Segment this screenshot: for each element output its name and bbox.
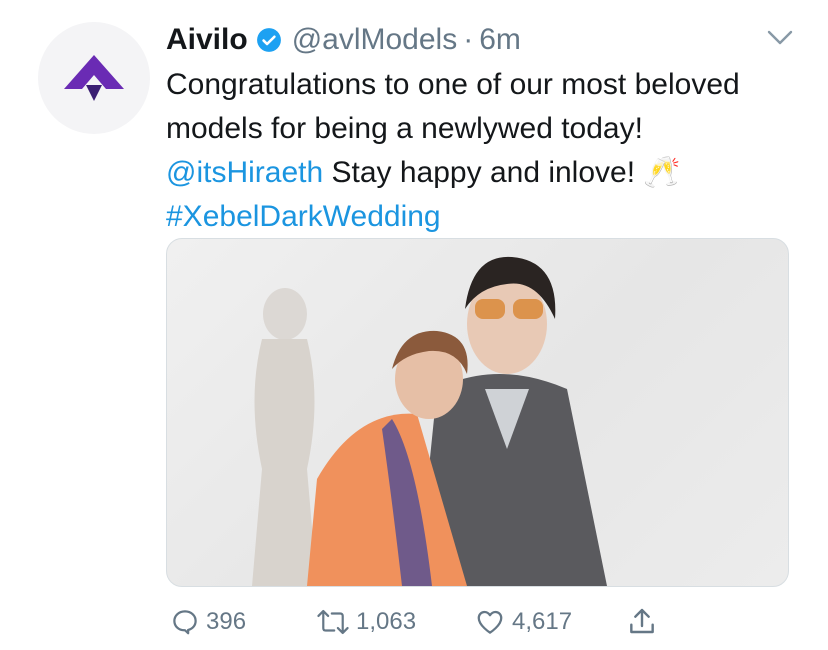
reply-icon: [173, 610, 197, 635]
mention-link[interactable]: @itsHiraeth: [166, 156, 323, 189]
reply-count: 396: [206, 608, 247, 635]
separator-dot: ·: [463, 23, 474, 56]
timestamp[interactable]: 6m: [479, 23, 521, 57]
share-icon: [630, 608, 654, 634]
tweet-photo[interactable]: [166, 238, 789, 587]
tweet-header: Aivilo @avlModels · 6m: [166, 20, 521, 60]
tweet-text: Congratulations to one of our most belov…: [166, 63, 786, 239]
tweet-text-part1: Congratulations to one of our most belov…: [166, 68, 740, 145]
share-button[interactable]: [626, 600, 658, 644]
handle[interactable]: @avlModels: [292, 23, 458, 57]
verified-badge-icon: [256, 28, 281, 52]
like-button[interactable]: 4,617: [474, 600, 572, 644]
aivilo-logo: [64, 55, 124, 101]
avatar[interactable]: [38, 22, 150, 134]
reply-button[interactable]: 396: [170, 600, 246, 644]
retweet-count: 1,063: [356, 608, 417, 635]
chevron-down-icon[interactable]: [766, 28, 794, 48]
heart-icon: [477, 610, 503, 634]
tweet-text-part2: Stay happy and inlove! 🥂: [323, 156, 681, 189]
retweet-icon: [317, 609, 349, 635]
like-count: 4,617: [512, 608, 573, 635]
display-name[interactable]: Aivilo: [166, 23, 248, 57]
retweet-button[interactable]: 1,063: [316, 600, 416, 644]
hashtag-link[interactable]: #XebelDarkWedding: [166, 200, 441, 233]
action-bar: 396 1,063 4,617: [0, 600, 828, 644]
photo-illustration: [252, 256, 607, 586]
